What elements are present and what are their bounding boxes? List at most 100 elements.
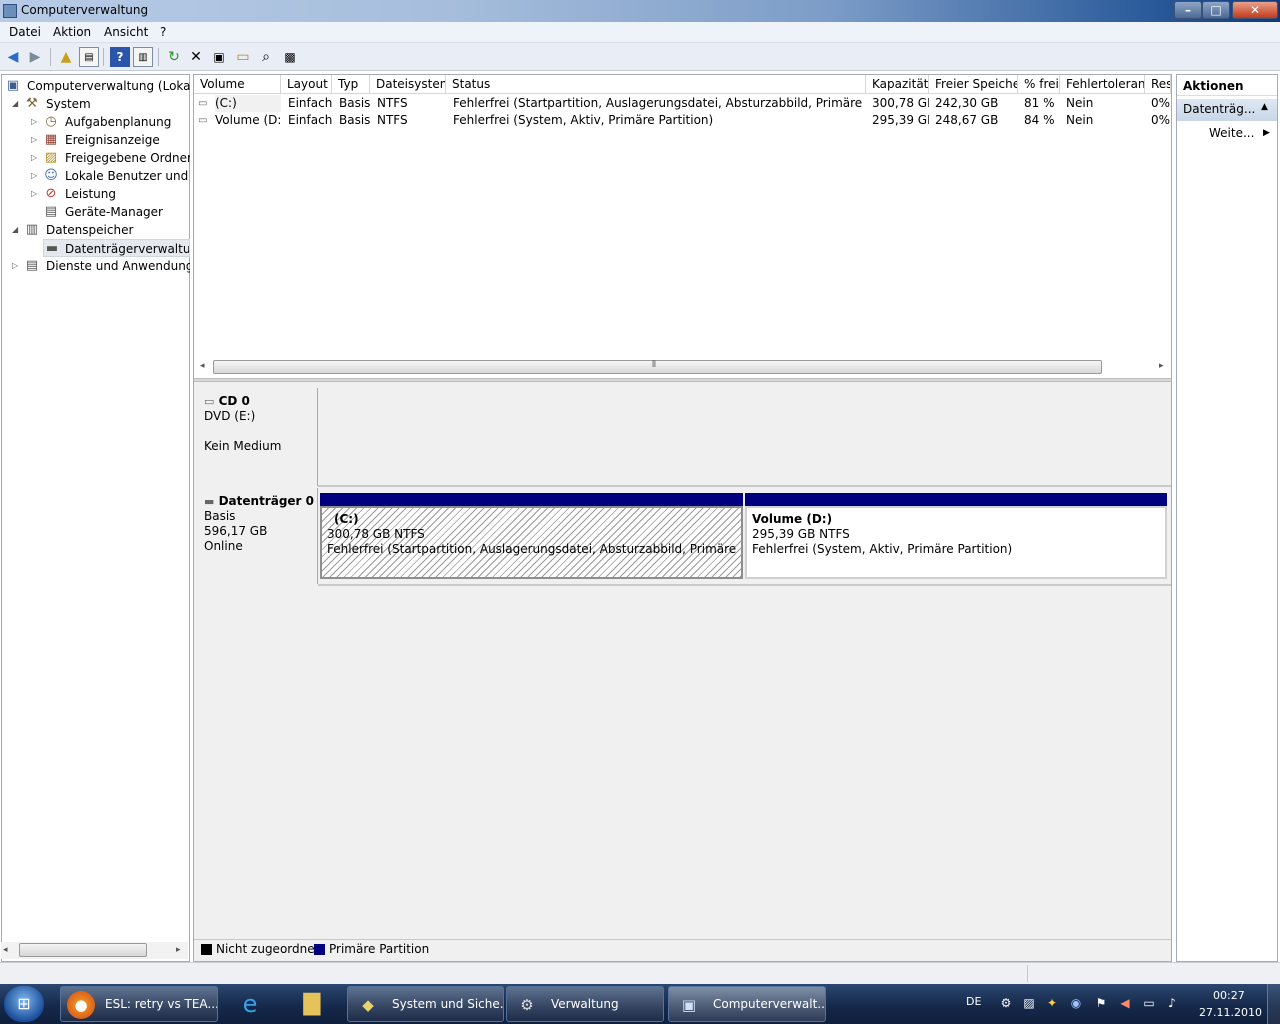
menu-help[interactable]: ? [160, 25, 166, 39]
legend: Nicht zugeordnet Primäre Partition [194, 939, 1171, 959]
task-computerverwaltung[interactable]: ▣ Computerverwalt... [668, 986, 826, 1022]
forward-arrow-icon[interactable]: ▶ [25, 47, 45, 67]
column-header-status[interactable]: Status [446, 75, 866, 94]
action-center-flag-icon[interactable]: ⚑ [1092, 994, 1110, 1012]
refresh-icon[interactable]: ↻ [164, 47, 184, 67]
scroll-left-icon[interactable]: ◂ [3, 945, 8, 955]
column-header-fehlertoleranz[interactable]: Fehlertoleranz [1060, 75, 1145, 94]
tree-horizontal-scrollbar[interactable]: ◂ ▸ [1, 942, 188, 959]
show-desktop-button[interactable] [1267, 984, 1280, 1024]
up-folder-icon[interactable]: ▲ [56, 47, 76, 67]
explorer-folder-icon[interactable]: ▇ [294, 988, 330, 1020]
network-icon[interactable]: ▭ [1140, 994, 1158, 1012]
services-icon: ▤ [25, 258, 39, 273]
back-arrow-icon[interactable]: ◀ [3, 47, 23, 67]
menu-aktion[interactable]: Aktion [53, 25, 91, 39]
start-button[interactable]: ⊞ [4, 986, 44, 1022]
expand-arrow-icon[interactable]: ▷ [31, 131, 41, 149]
help-icon[interactable]: ? [110, 47, 130, 67]
tray-color-icon[interactable]: ✦ [1043, 994, 1061, 1012]
column-header-freier-speicher[interactable]: Freier Speicher [929, 75, 1018, 94]
expand-arrow-icon[interactable]: ▷ [31, 113, 41, 131]
column-header-dateisystem[interactable]: Dateisystem [370, 75, 446, 94]
task-firefox[interactable]: ● ESL: retry vs TEA... [60, 986, 218, 1022]
open-folder-icon[interactable]: ▭ [233, 47, 253, 67]
collapse-up-icon[interactable]: ▲ [1261, 102, 1268, 112]
tray-app-icon[interactable]: ▨ [1020, 994, 1038, 1012]
task-system-sicherheit[interactable]: ◆ System und Siche... [347, 986, 504, 1022]
actions-section-datentraeger[interactable]: Datenträg... ▲ [1177, 99, 1277, 121]
disk-management-icon: ▬ [45, 241, 59, 256]
column-header-reserve[interactable]: Res [1145, 75, 1171, 94]
disk-type: Basis [204, 509, 236, 523]
expand-arrow-icon[interactable]: ▷ [31, 185, 41, 203]
disk-graphical-view: ▭ CD 0 DVD (E:) Kein Medium ▬ Datenträge… [194, 382, 1171, 937]
column-header-typ[interactable]: Typ [332, 75, 370, 94]
expand-arrow-icon[interactable]: ▷ [31, 149, 41, 167]
language-indicator[interactable]: DE [966, 995, 981, 1008]
submenu-arrow-icon: ▶ [1263, 128, 1270, 138]
scroll-thumb[interactable] [19, 943, 147, 957]
cell-freier-speicher: 248,67 GB [935, 113, 999, 127]
tree-item-freigegebene-ordner[interactable]: ▷ ▨ Freigegebene Ordner [31, 149, 190, 167]
search-icon[interactable]: ⌕ [256, 47, 276, 67]
tree-item-computer-management[interactable]: ▣ Computerverwaltung (Lokal) [5, 77, 190, 95]
tree-item-lokale-benutzer[interactable]: ▷ ☺ Lokale Benutzer und Gruppen [31, 167, 190, 185]
scroll-left-icon[interactable]: ◂ [200, 361, 205, 371]
column-header-kapazitaet[interactable]: Kapazität [866, 75, 929, 94]
partition-c[interactable]: (C:) 300,78 GB NTFS Fehlerfrei (Startpar… [320, 506, 743, 579]
task-verwaltung[interactable]: ⚙ Verwaltung [506, 986, 664, 1022]
partition-status: Fehlerfrei (Startpartition, Auslagerungs… [327, 542, 736, 556]
actions-more-link[interactable]: Weite... [1209, 126, 1254, 140]
volume-icon[interactable]: ♪ [1163, 994, 1181, 1012]
clock-time[interactable]: 00:27 [1213, 989, 1245, 1002]
volume-list-horizontal-scrollbar[interactable]: ◂ ⦀ ▸ [198, 359, 1170, 375]
disk-name: CD 0 [218, 394, 250, 408]
tree-item-datentraegerverwaltung[interactable]: ▬ Datenträgerverwaltung [43, 239, 190, 257]
scroll-right-icon[interactable]: ▸ [176, 945, 181, 955]
column-header-prozent-frei[interactable]: % frei [1018, 75, 1060, 94]
tray-circle-icon[interactable]: ◉ [1067, 994, 1085, 1012]
delete-icon[interactable]: ✕ [186, 47, 206, 67]
minimize-button[interactable]: – [1174, 1, 1202, 19]
close-button[interactable]: ✕ [1232, 1, 1278, 19]
tree-item-dienste[interactable]: ▷ ▤ Dienste und Anwendungen [12, 257, 190, 275]
collapse-arrow-icon[interactable]: ◢ [12, 95, 22, 113]
disk-info-disk0[interactable]: ▬ Datenträger 0 Basis 596,17 GB Online [194, 488, 318, 584]
cell-status: Fehlerfrei (System, Aktiv, Primäre Parti… [453, 113, 714, 127]
tree-item-system[interactable]: ◢ ⚒ System [12, 95, 190, 113]
cd-partition-empty[interactable] [319, 388, 1171, 486]
menu-ansicht[interactable]: Ansicht [104, 25, 148, 39]
show-hide-action-pane-icon[interactable]: ▥ [133, 47, 153, 67]
properties-icon[interactable]: ▣ [209, 47, 229, 67]
tree-label: Freigegebene Ordner [65, 151, 190, 165]
tree-item-aufgabenplanung[interactable]: ▷ ◷ Aufgabenplanung [31, 113, 190, 131]
partition-d[interactable]: Volume (D:) 295,39 GB NTFS Fehlerfrei (S… [745, 506, 1167, 579]
column-header-layout[interactable]: Layout [281, 75, 332, 94]
scroll-thumb[interactable] [213, 360, 1102, 374]
steam-tray-icon[interactable]: ⚙ [997, 994, 1015, 1012]
internet-explorer-icon[interactable]: e [232, 988, 268, 1020]
cell-freier-speicher: 242,30 GB [935, 96, 999, 110]
clock-date[interactable]: 27.11.2010 [1199, 1006, 1262, 1019]
tree-label: System [46, 97, 91, 111]
tree-item-geraete-manager[interactable]: ▤ Geräte-Manager [43, 203, 190, 221]
maximize-button[interactable]: □ [1202, 1, 1230, 19]
tree-item-ereignisanzeige[interactable]: ▷ ▦ Ereignisanzeige [31, 131, 190, 149]
legend-label-unallocated: Nicht zugeordnet [216, 942, 320, 956]
disk-info-cd0[interactable]: ▭ CD 0 DVD (E:) Kein Medium [194, 388, 318, 486]
settings-icon[interactable]: ▩ [280, 47, 300, 67]
tools-icon: ⚒ [26, 96, 38, 111]
taskbar: ⊞ ● ESL: retry vs TEA... e ▇ ◆ System un… [0, 984, 1280, 1024]
audio-warning-icon[interactable]: ◀ [1116, 994, 1134, 1012]
tree-item-leistung[interactable]: ▷ ⊘ Leistung [31, 185, 190, 203]
scroll-right-icon[interactable]: ▸ [1159, 361, 1164, 371]
expand-arrow-icon[interactable]: ▷ [12, 257, 22, 275]
show-hide-tree-icon[interactable]: ▤ [79, 47, 99, 67]
column-header-volume[interactable]: Volume [194, 75, 281, 94]
menu-datei[interactable]: Datei [9, 25, 41, 39]
collapse-arrow-icon[interactable]: ◢ [12, 221, 22, 239]
tree-item-datenspeicher[interactable]: ◢ ▥ Datenspeicher [12, 221, 190, 239]
cell-prozent-frei: 84 % [1024, 113, 1055, 127]
expand-arrow-icon[interactable]: ▷ [31, 167, 41, 185]
